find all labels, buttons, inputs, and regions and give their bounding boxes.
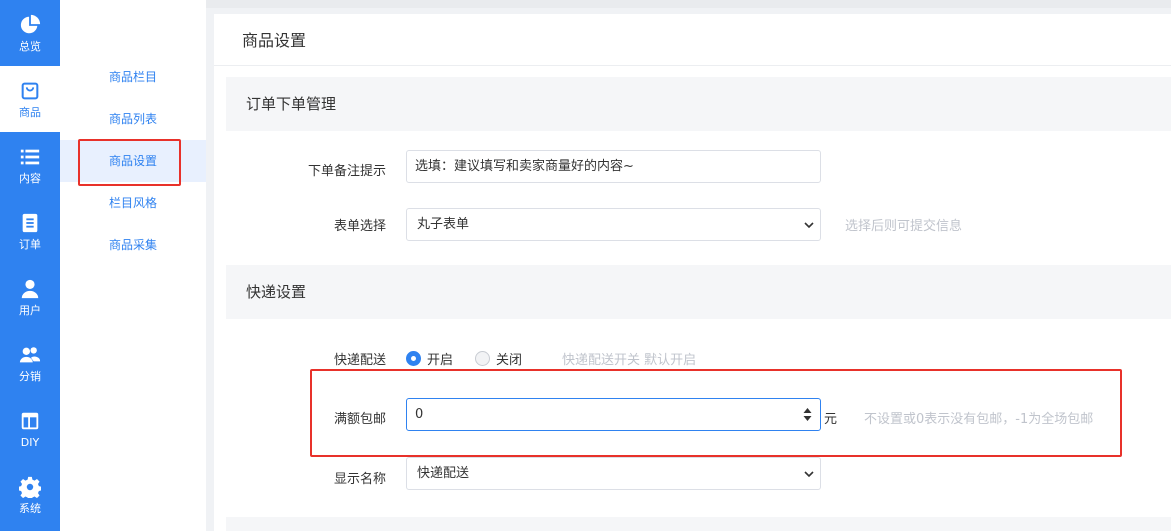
delivery-option-off[interactable]: 关闭 <box>475 349 522 368</box>
nav-item-label: 分销 <box>19 369 41 383</box>
remark-input[interactable]: 选填：建议填写和卖家商量好的内容~ <box>406 150 821 183</box>
nav-item-diy[interactable]: DIY <box>0 396 60 462</box>
delivery-option-on[interactable]: 开启 <box>406 349 453 368</box>
group-icon <box>19 346 41 362</box>
main-nav: 总览 商品 内容 订单 用户 分销 DIY 系统 <box>0 0 60 531</box>
goods-submenu: 商品栏目 商品列表 商品设置 栏目风格 商品采集 <box>60 0 206 531</box>
document-icon <box>22 213 38 232</box>
nav-item-users[interactable]: 用户 <box>0 264 60 330</box>
pie-chart-icon <box>20 14 41 33</box>
nav-item-label: DIY <box>20 435 40 449</box>
form-select-value: 丸子表单 <box>417 217 470 232</box>
nav-item-system[interactable]: 系统 <box>0 462 60 528</box>
nav-item-goods[interactable]: 商品 <box>0 66 60 132</box>
display-name-label: 显示名称 <box>333 472 386 487</box>
delivery-label: 快递配送 <box>333 353 386 368</box>
nav-item-label: 订单 <box>19 237 41 251</box>
highlight-box <box>78 139 181 186</box>
shopping-bag-icon <box>21 82 39 99</box>
chevron-down-icon <box>804 471 814 478</box>
nav-item-distribution[interactable]: 分销 <box>0 330 60 396</box>
highlight-box <box>310 369 1122 457</box>
submenu-item-goods-collect[interactable]: 商品采集 <box>60 224 206 266</box>
page-title: 商品设置 <box>214 14 1171 66</box>
list-icon <box>20 149 40 164</box>
user-icon <box>21 279 39 298</box>
next-section-edge <box>226 517 1171 531</box>
settings-panel: 商品设置 订单下单管理 下单备注提示 选填：建议填写和卖家商量好的内容~ 表单选… <box>214 14 1171 531</box>
delivery-option-on-label: 开启 <box>427 353 454 368</box>
radio-unchecked-icon[interactable] <box>475 351 491 366</box>
submenu-item-goods-list[interactable]: 商品列表 <box>60 98 206 140</box>
nav-item-label: 总览 <box>19 39 41 53</box>
form-select-hint: 选择后则可提交信息 <box>845 219 963 234</box>
nav-item-label: 用户 <box>19 303 41 317</box>
nav-item-label: 商品 <box>19 105 41 119</box>
display-name-select[interactable]: 快递配送 <box>406 457 821 490</box>
nav-item-label: 系统 <box>19 501 41 515</box>
nav-item-orders[interactable]: 订单 <box>0 198 60 264</box>
nav-item-label: 内容 <box>19 171 41 185</box>
delivery-hint: 快递配送开关 默认开启 <box>562 353 697 368</box>
form-select-label: 表单选择 <box>333 219 386 234</box>
submenu-item-goods-category[interactable]: 商品栏目 <box>60 56 206 98</box>
gear-icon <box>19 476 41 498</box>
chevron-down-icon <box>804 222 814 229</box>
delivery-option-off-label: 关闭 <box>496 353 523 368</box>
top-bar <box>206 0 1171 8</box>
section-title-order: 订单下单管理 <box>226 77 1171 131</box>
delivery-radio-group: 开启 关闭 <box>406 349 544 368</box>
nav-item-overview[interactable]: 总览 <box>0 0 60 66</box>
layout-icon <box>21 412 39 429</box>
section-title-express: 快递设置 <box>226 265 1171 319</box>
form-select[interactable]: 丸子表单 <box>406 208 821 241</box>
nav-item-content[interactable]: 内容 <box>0 132 60 198</box>
remark-label: 下单备注提示 <box>307 164 386 179</box>
radio-checked-icon[interactable] <box>406 351 421 366</box>
submenu-item-category-style[interactable]: 栏目风格 <box>60 182 206 224</box>
display-name-value: 快递配送 <box>417 466 470 481</box>
